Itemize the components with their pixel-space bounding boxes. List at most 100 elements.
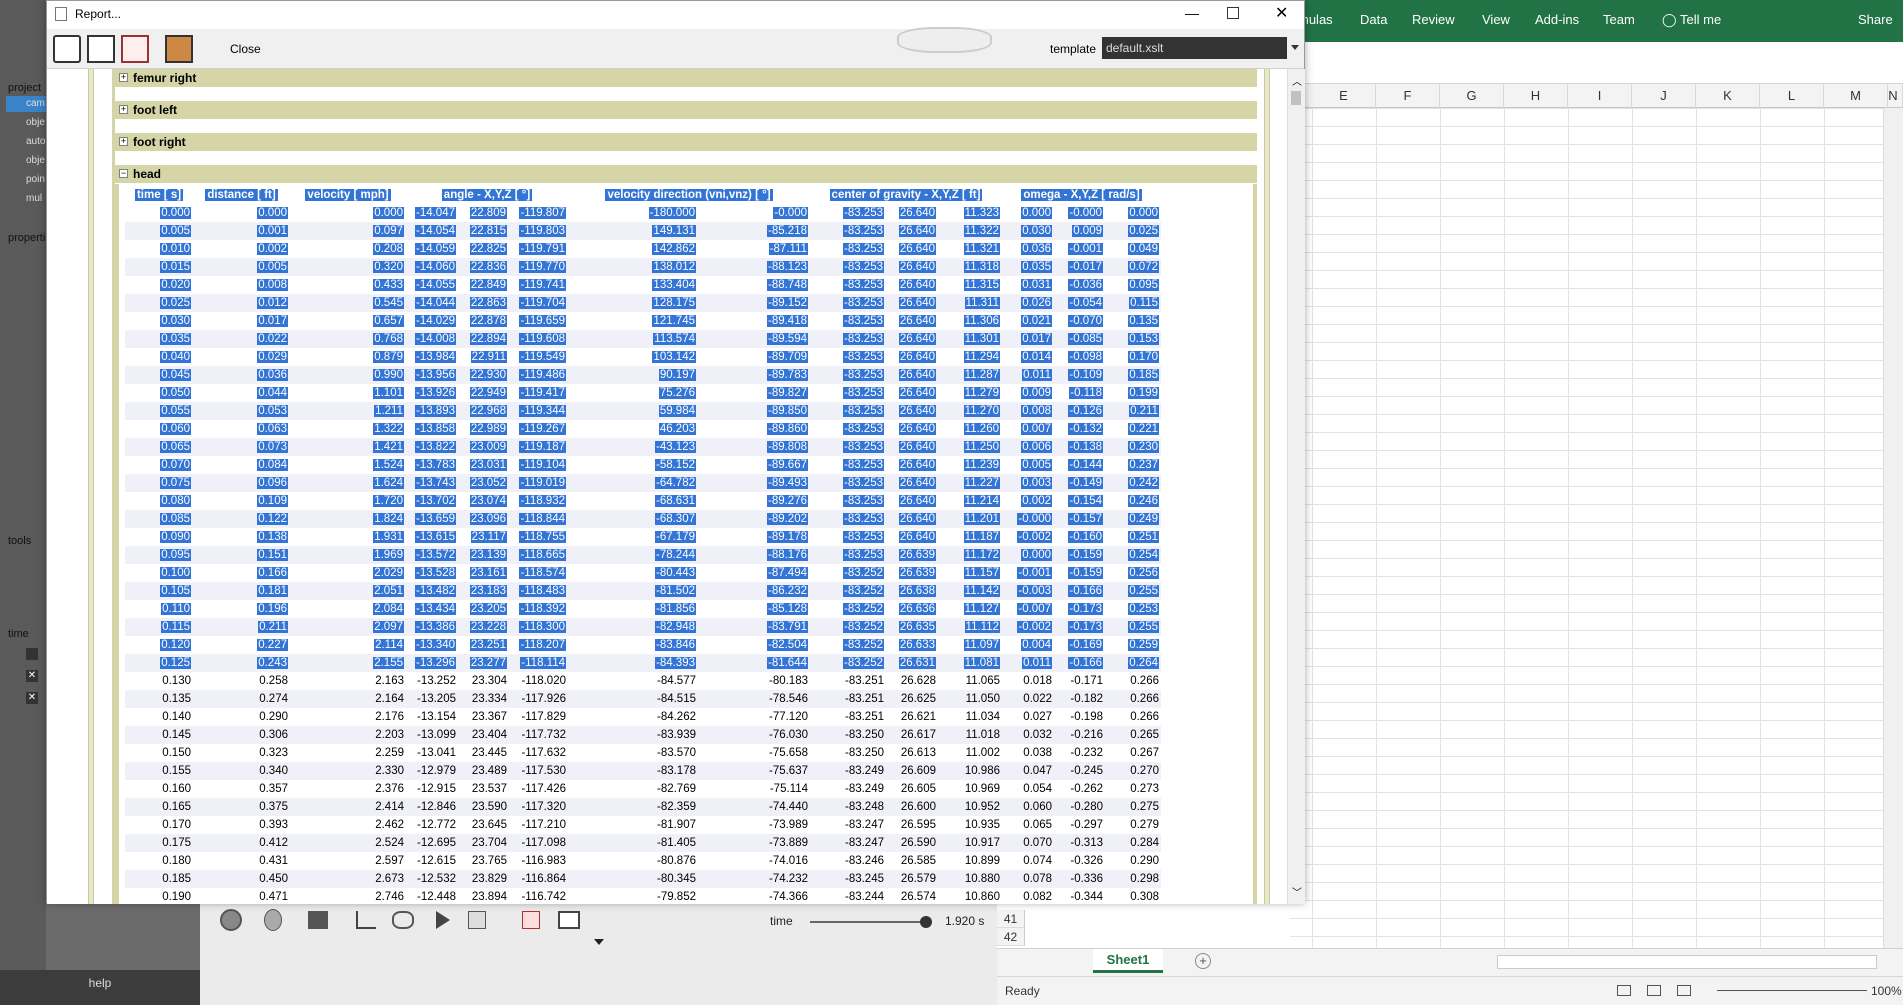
- maximize-button[interactable]: [1227, 7, 1239, 19]
- report-content[interactable]: + femur right + foot left + foot right − hea…: [47, 69, 1287, 904]
- dialog-vertical-scrollbar[interactable]: ︿ ﹀: [1287, 69, 1305, 904]
- tab-tell-me[interactable]: Tell me: [1680, 0, 1721, 42]
- column-header[interactable]: J: [1632, 84, 1696, 108]
- column-header[interactable]: G: [1440, 84, 1504, 108]
- close-icon[interactable]: ✕: [26, 692, 38, 704]
- table-row[interactable]: 0.040 0.029 0.879 -13.984 22.911 -119.549 103.…: [125, 348, 1161, 366]
- section-foot-left[interactable]: + foot left: [115, 101, 1257, 119]
- square-icon[interactable]: [308, 911, 328, 929]
- table-row[interactable]: 0.180 0.431 2.597 -12.615 23.765 -116.983 -80.…: [125, 852, 1161, 870]
- column-header[interactable]: center of gravity - X,Y,Z [ ft]: [810, 186, 1002, 204]
- document-icon[interactable]: [522, 911, 540, 929]
- graph-icon[interactable]: [356, 911, 376, 929]
- excel-vertical-scrollbar[interactable]: [1883, 108, 1903, 948]
- printer-icon[interactable]: [558, 911, 580, 929]
- table-row[interactable]: 0.075 0.096 1.624 -13.743 23.052 -119.019 -64.…: [125, 474, 1161, 492]
- table-row[interactable]: 0.050 0.044 1.101 -13.926 22.949 -119.417 75.2…: [125, 384, 1161, 402]
- table-row[interactable]: 0.135 0.274 2.164 -13.205 23.334 -117.926 -84.…: [125, 690, 1161, 708]
- spreadsheet-grid[interactable]: [1290, 108, 1883, 948]
- table-row[interactable]: 0.100 0.166 2.029 -13.528 23.161 -118.574 -80.…: [125, 564, 1161, 582]
- column-header[interactable]: H: [1504, 84, 1568, 108]
- car-icon[interactable]: [392, 911, 414, 929]
- page-break-icon[interactable]: [1677, 985, 1691, 996]
- scrollbar-thumb[interactable]: [1291, 91, 1301, 105]
- minimize-button[interactable]: —: [1185, 5, 1199, 21]
- table-row[interactable]: 0.105 0.181 2.051 -13.482 23.183 -118.483 -81.…: [125, 582, 1161, 600]
- chevron-down-icon[interactable]: ﹀: [1292, 884, 1302, 899]
- tell-me-icon[interactable]: ◯: [1662, 0, 1677, 42]
- table-row[interactable]: 0.020 0.008 0.433 -14.055 22.849 -119.741 133.…: [125, 276, 1161, 294]
- column-header[interactable]: distance [ ft]: [193, 186, 290, 204]
- page-setup-icon[interactable]: [121, 35, 149, 63]
- close-icon[interactable]: ✕: [26, 670, 38, 682]
- table-row[interactable]: 0.025 0.012 0.545 -14.044 22.863 -119.704 128.…: [125, 294, 1161, 312]
- column-header[interactable]: angle - X,Y,Z [ °]: [406, 186, 568, 204]
- chevron-down-icon[interactable]: [594, 939, 604, 945]
- table-row[interactable]: 0.160 0.357 2.376 -12.915 23.537 -117.426 -82.…: [125, 780, 1161, 798]
- sphere-icon[interactable]: [220, 909, 242, 931]
- table-row[interactable]: 0.170 0.393 2.462 -12.772 23.645 -117.210 -81.…: [125, 816, 1161, 834]
- checkbox-icon[interactable]: [26, 648, 38, 660]
- table-row[interactable]: 0.080 0.109 1.720 -13.702 23.074 -118.932 -68.…: [125, 492, 1161, 510]
- table-row[interactable]: 0.085 0.122 1.824 -13.659 23.096 -118.844 -68.…: [125, 510, 1161, 528]
- table-row[interactable]: 0.145 0.306 2.203 -13.099 23.404 -117.732 -83.…: [125, 726, 1161, 744]
- column-header[interactable]: velocity direction (vni,vnz) [ °]: [568, 186, 810, 204]
- row-number[interactable]: 42: [997, 928, 1025, 946]
- table-row[interactable]: 0.175 0.412 2.524 -12.695 23.704 -117.098 -81.…: [125, 834, 1161, 852]
- normal-view-icon[interactable]: [1617, 985, 1631, 996]
- expand-icon[interactable]: +: [119, 105, 128, 114]
- table-row[interactable]: 0.190 0.471 2.746 -12.448 23.894 -116.742 -79.…: [125, 888, 1161, 904]
- tab-view[interactable]: View: [1482, 0, 1510, 42]
- sheet-tab[interactable]: Sheet1: [1093, 949, 1163, 973]
- list-icon[interactable]: [468, 911, 486, 929]
- table-row[interactable]: 0.000 0.000 0.000 -14.047 22.809 -119.807 -180…: [125, 204, 1161, 222]
- table-row[interactable]: 0.045 0.036 0.990 -13.956 22.930 -119.486 90.1…: [125, 366, 1161, 384]
- close-icon[interactable]: ✕: [1275, 3, 1288, 23]
- column-header[interactable]: K: [1696, 84, 1760, 108]
- page-layout-icon[interactable]: [1647, 985, 1661, 996]
- column-header[interactable]: F: [1376, 84, 1440, 108]
- tab-team[interactable]: Team: [1603, 0, 1635, 42]
- table-row[interactable]: 0.185 0.450 2.673 -12.532 23.829 -116.864 -80.…: [125, 870, 1161, 888]
- tab-add-ins[interactable]: Add-ins: [1535, 0, 1579, 42]
- table-row[interactable]: 0.165 0.375 2.414 -12.846 23.590 -117.320 -82.…: [125, 798, 1161, 816]
- section-head[interactable]: − head: [115, 165, 1257, 183]
- table-row[interactable]: 0.035 0.022 0.768 -14.008 22.894 -119.608 113.…: [125, 330, 1161, 348]
- tab-share[interactable]: Share: [1858, 0, 1893, 42]
- zoom-slider[interactable]: [1717, 990, 1867, 991]
- time-slider[interactable]: [810, 916, 933, 928]
- table-row[interactable]: 0.015 0.005 0.320 -14.060 22.836 -119.770 138.…: [125, 258, 1161, 276]
- column-header[interactable]: E: [1312, 84, 1376, 108]
- section-foot-right[interactable]: + foot right: [115, 133, 1257, 151]
- table-row[interactable]: 0.005 0.001 0.097 -14.054 22.815 -119.803 149.…: [125, 222, 1161, 240]
- section-femur-right[interactable]: + femur right: [115, 69, 1257, 87]
- table-row[interactable]: 0.125 0.243 2.155 -13.296 23.277 -118.114 -84.…: [125, 654, 1161, 672]
- print-icon[interactable]: [53, 35, 81, 63]
- template-select[interactable]: default.xslt: [1102, 37, 1287, 59]
- table-row[interactable]: 0.150 0.323 2.259 -13.041 23.445 -117.632 -83.…: [125, 744, 1161, 762]
- column-header[interactable]: L: [1760, 84, 1824, 108]
- expand-icon[interactable]: +: [119, 137, 128, 146]
- collapse-icon[interactable]: −: [119, 169, 128, 178]
- table-row[interactable]: 0.110 0.196 2.084 -13.434 23.205 -118.392 -81.…: [125, 600, 1161, 618]
- row-number[interactable]: 41: [997, 910, 1025, 928]
- tab-review[interactable]: Review: [1412, 0, 1455, 42]
- table-row[interactable]: 0.030 0.017 0.657 -14.029 22.878 -119.659 121.…: [125, 312, 1161, 330]
- horizontal-scrollbar[interactable]: [1497, 955, 1877, 969]
- table-row[interactable]: 0.055 0.053 1.211 -13.893 22.968 -119.344 59.9…: [125, 402, 1161, 420]
- table-row[interactable]: 0.120 0.227 2.114 -13.340 23.251 -118.207 -83.…: [125, 636, 1161, 654]
- table-row[interactable]: 0.010 0.002 0.208 -14.059 22.825 -119.791 142.…: [125, 240, 1161, 258]
- formula-bar[interactable]: [1290, 42, 1903, 84]
- chevron-up-icon[interactable]: ︿: [1292, 73, 1302, 88]
- table-row[interactable]: 0.140 0.290 2.176 -13.154 23.367 -117.829 -84.…: [125, 708, 1161, 726]
- column-header[interactable]: omega - X,Y,Z [ rad/s]: [1002, 186, 1161, 204]
- table-row[interactable]: 0.095 0.151 1.969 -13.572 23.139 -118.665 -78.…: [125, 546, 1161, 564]
- save-icon[interactable]: [165, 35, 193, 63]
- help-bar[interactable]: help: [0, 970, 200, 1005]
- play-icon[interactable]: [436, 911, 450, 929]
- table-row[interactable]: 0.060 0.063 1.322 -13.858 22.989 -119.267 46.2…: [125, 420, 1161, 438]
- figure-icon[interactable]: [264, 909, 282, 931]
- table-row[interactable]: 0.065 0.073 1.421 -13.822 23.009 -119.187 -43.…: [125, 438, 1161, 456]
- column-header[interactable]: time [ s]: [125, 186, 193, 204]
- expand-icon[interactable]: +: [119, 73, 128, 82]
